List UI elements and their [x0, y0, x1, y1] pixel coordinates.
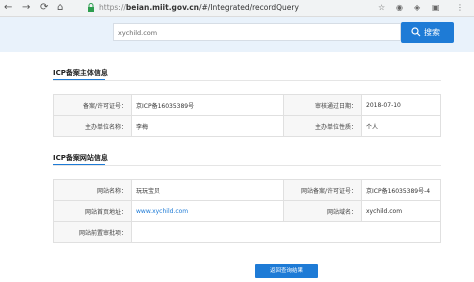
search-icon — [411, 27, 421, 37]
value-cell: 京ICP备16035389号 — [131, 94, 284, 116]
search-button[interactable]: 搜索 — [401, 22, 454, 43]
label-cell: 网站备案/许可证号： — [283, 179, 362, 201]
label-cell: 网站域名： — [283, 200, 362, 222]
table-row: 主办单位名称： 李梅 主办单位性质： 个人 — [53, 115, 441, 137]
subject-section-title: ICP备案主体信息 — [53, 69, 108, 77]
label-cell: 审核通过日期： — [283, 94, 362, 116]
section-divider — [53, 165, 441, 166]
table-row: 网站名称： 玩玩宝贝 网站备案/许可证号： 京ICP备16035389号-4 — [53, 179, 441, 201]
reload-icon[interactable]: ⟳ — [40, 2, 48, 13]
url-path: /#/Integrated/recordQuery — [199, 3, 299, 12]
label-cell: 网站前置审批项： — [53, 221, 132, 243]
label-cell: 备案/许可证号： — [53, 94, 132, 116]
star-icon[interactable]: ☆ — [378, 3, 385, 12]
table-row: 网站前置审批项： — [53, 221, 441, 243]
forward-arrow-icon[interactable]: → — [22, 2, 30, 13]
value-cell: 个人 — [361, 115, 441, 137]
search-button-label: 搜索 — [424, 28, 440, 37]
section-underline — [53, 164, 105, 165]
label-cell: 网站名称： — [53, 179, 132, 201]
value-cell — [131, 221, 441, 243]
label-cell: 主办单位名称： — [53, 115, 132, 137]
value-cell: 2018-07-10 — [361, 94, 441, 116]
back-to-results-button[interactable]: 返回查询结果 — [255, 264, 318, 278]
label-cell: 网站首页地址： — [53, 200, 132, 222]
table-row: 备案/许可证号： 京ICP备16035389号 审核通过日期： 2018-07-… — [53, 94, 441, 116]
back-arrow-icon[interactable]: ← — [4, 2, 12, 13]
section-underline — [53, 79, 105, 80]
extension-icon-2[interactable]: ◈ — [414, 3, 420, 12]
address-bar[interactable]: https://beian.miit.gov.cn/#/Integrated/r… — [99, 3, 299, 12]
url-scheme: https:// — [99, 3, 126, 12]
value-cell: xychild.com — [361, 200, 441, 222]
homepage-link[interactable]: www.xychild.com — [131, 200, 284, 222]
extension-icon[interactable]: ◉ — [396, 3, 403, 12]
section-divider — [53, 80, 441, 81]
value-cell: 京ICP备16035389号-4 — [361, 179, 441, 201]
lock-icon — [88, 3, 94, 12]
table-row: 网站首页地址： www.xychild.com 网站域名： xychild.co… — [53, 200, 441, 222]
menu-icon[interactable]: ⋮ — [456, 3, 464, 12]
url-host: beian.miit.gov.cn — [125, 3, 199, 12]
value-cell: 李梅 — [131, 115, 284, 137]
site-table: 网站名称： 玩玩宝贝 网站备案/许可证号： 京ICP备16035389号-4 网… — [53, 179, 441, 243]
label-cell: 主办单位性质： — [283, 115, 362, 137]
site-section-title: ICP备案网站信息 — [53, 154, 108, 162]
subject-table: 备案/许可证号： 京ICP备16035389号 审核通过日期： 2018-07-… — [53, 94, 441, 137]
extension-icon-3[interactable]: ▣ — [432, 3, 440, 12]
home-icon[interactable]: ⌂ — [57, 2, 63, 13]
value-cell: 玩玩宝贝 — [131, 179, 284, 201]
search-input[interactable]: xychild.com — [113, 23, 401, 41]
